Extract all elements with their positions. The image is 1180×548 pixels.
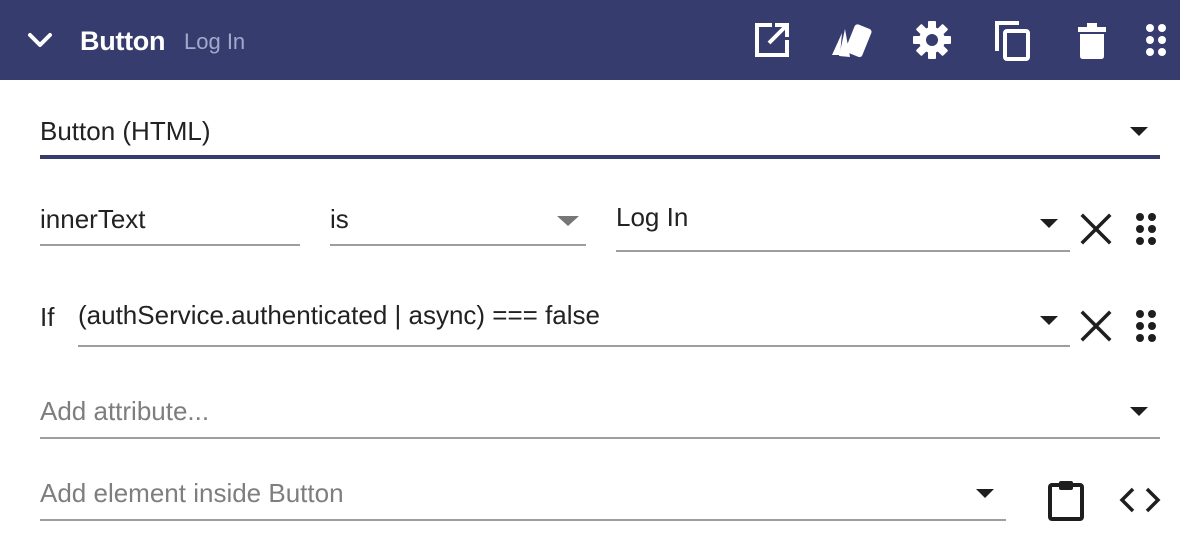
attribute-operator-underline [330,244,586,246]
drag-handle-icon [1136,213,1156,245]
collapse-button[interactable] [22,22,58,58]
attribute-value-text: Log In [616,202,689,232]
attribute-operator-value: is [330,204,349,234]
attribute-operator-select[interactable]: is [330,196,586,248]
condition-expression-select[interactable]: (authService.authenticated | async) === … [78,294,1070,350]
attribute-name-underline [40,244,300,246]
attribute-value-select[interactable]: Log In [616,196,1070,252]
add-element-underline [40,519,1006,521]
code-icon [1119,487,1161,513]
condition-label: If [40,302,55,332]
attribute-value-dropdown-icon [1040,219,1058,228]
attribute-drag-handle[interactable] [1124,207,1168,251]
remove-attribute-button[interactable] [1074,207,1118,251]
add-attribute-dropdown-icon [1130,407,1148,416]
style-icon [832,24,872,58]
close-icon [1080,310,1112,342]
delete-button[interactable] [1070,18,1114,62]
attribute-name-value: innerText [40,204,146,234]
close-icon [1080,213,1112,245]
add-element-placeholder: Add element inside Button [40,478,344,508]
style-button[interactable] [830,18,874,62]
duplicate-button[interactable] [990,18,1034,62]
attribute-value-underline [616,250,1070,252]
drag-handle-icon [1136,310,1156,342]
element-type-value: Button (HTML) [40,116,211,146]
element-header: Button Log In [0,0,1180,80]
add-element-select[interactable]: Add element inside Button [40,472,1006,524]
gear-icon [913,21,951,59]
condition-drag-handle[interactable] [1124,304,1168,348]
add-element-dropdown-icon [976,489,994,498]
attribute-name-input[interactable]: innerText [40,196,300,248]
element-type-select[interactable]: Button (HTML) [40,108,1160,164]
duplicate-icon [995,21,1030,61]
open-in-new-icon [755,23,789,57]
element-title: Button [80,26,166,56]
settings-button[interactable] [910,18,954,62]
add-attribute-placeholder: Add attribute... [40,396,210,426]
drag-handle-icon [1146,24,1166,56]
element-type-underline [40,155,1160,159]
paste-element-button[interactable] [1044,478,1088,522]
drag-handle-button[interactable] [1134,18,1178,62]
element-type-dropdown-icon [1130,127,1148,136]
remove-condition-button[interactable] [1074,304,1118,348]
condition-underline [78,345,1070,347]
clipboard-icon [1048,481,1084,521]
element-subtitle: Log In [184,29,246,54]
attribute-operator-dropdown-icon [557,216,579,226]
chevron-down-icon [28,33,52,47]
delete-icon [1078,23,1106,59]
open-in-new-button[interactable] [750,18,794,62]
condition-expression-text: (authService.authenticated | async) === … [78,300,601,330]
condition-dropdown-icon [1040,316,1058,325]
add-attribute-underline [40,437,1160,439]
add-attribute-select[interactable]: Add attribute... [40,390,1160,442]
view-code-button[interactable] [1118,478,1162,522]
